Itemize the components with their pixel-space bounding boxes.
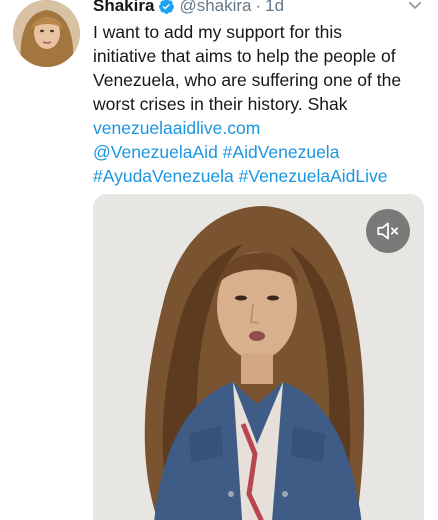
avatar[interactable]: [13, 0, 80, 67]
hashtag-line[interactable]: @VenezuelaAid #AidVenezuela: [93, 140, 428, 164]
speaker-muted-icon: [375, 218, 401, 244]
verified-badge-icon: [158, 0, 175, 15]
mute-button[interactable]: [366, 209, 410, 253]
hashtag-line[interactable]: #AyudaVenezuela #VenezuelaAidLive: [93, 164, 428, 188]
tweet-text-line: initiative that aims to help the people …: [93, 46, 396, 66]
tweet-header: Shakira @shakira · 1d: [93, 0, 284, 18]
tweet-text-line: I want to add my support for this: [93, 22, 343, 42]
tweet-timestamp[interactable]: 1d: [265, 0, 284, 16]
tweet-card[interactable]: Shakira @shakira · 1d I want to add my s…: [0, 0, 438, 520]
tweet-text-line: Venezuela, who are suffering one of the: [93, 70, 402, 90]
separator-dot: ·: [255, 0, 262, 15]
video-player[interactable]: [93, 194, 424, 520]
tweet-text: I want to add my support for this initia…: [93, 20, 428, 188]
author-name[interactable]: Shakira: [93, 0, 154, 16]
external-link[interactable]: venezuelaaidlive.com: [93, 116, 428, 140]
chevron-down-icon[interactable]: [406, 0, 424, 14]
tweet-text-line: worst crises in their history. Shak: [93, 94, 348, 114]
author-handle[interactable]: @shakira: [179, 0, 251, 16]
